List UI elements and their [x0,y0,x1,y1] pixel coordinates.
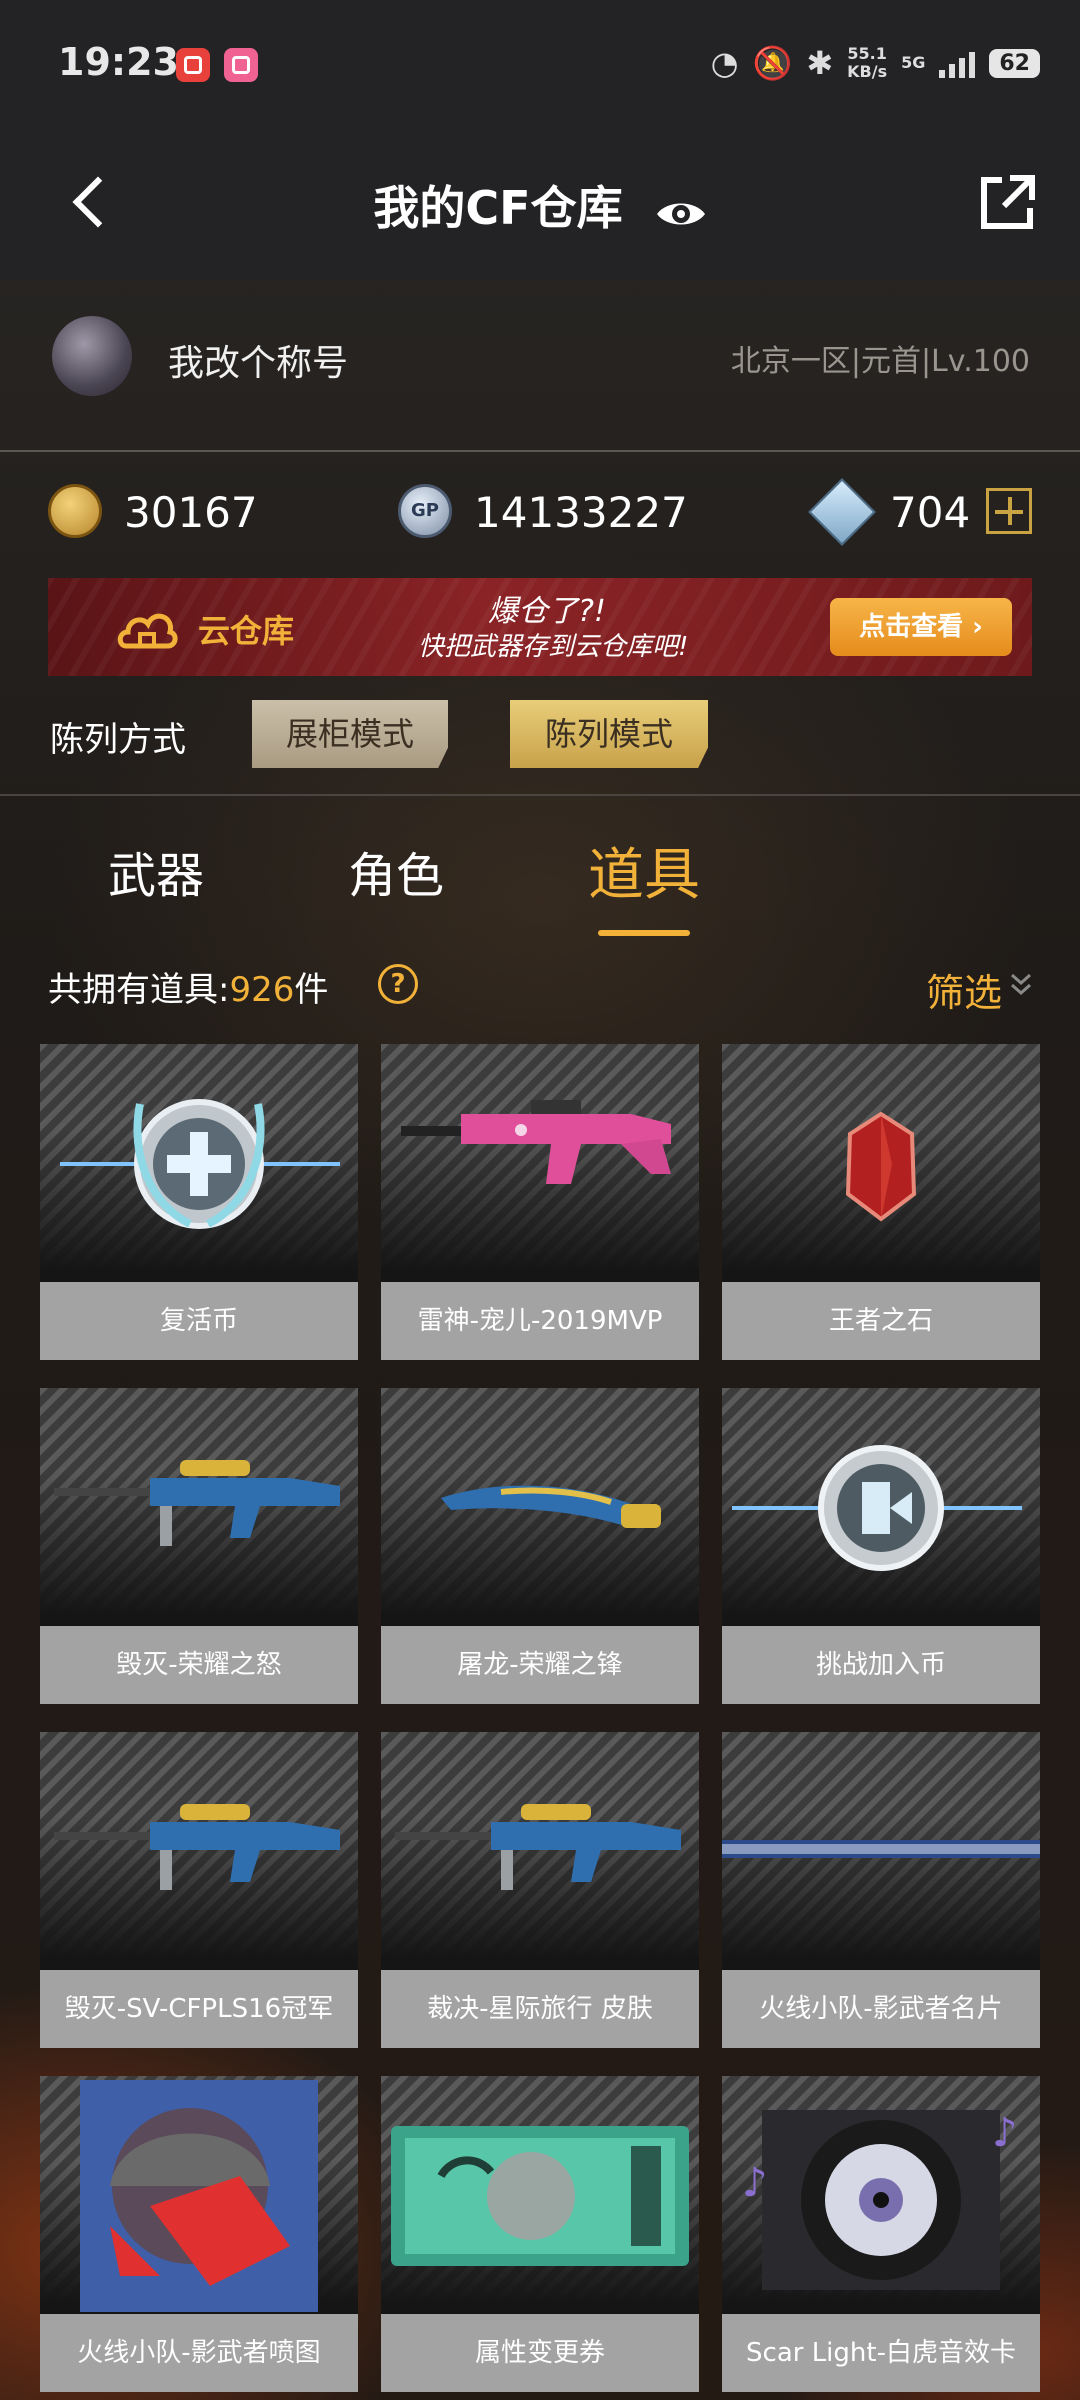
banner-line-2: 快把武器存到云仓库吧! [418,632,689,662]
item-card[interactable]: 属性变更券 [381,2076,699,2392]
clock: 19:23 [58,40,179,84]
showcase-mode-button[interactable]: 展柜模式 [252,700,448,768]
speedometer-icon: ◔ [710,44,739,82]
bluetooth-icon: ✱ [806,44,834,82]
count-prefix: 共拥有道具: [48,970,230,1010]
red-gem-icon [722,1044,1040,1282]
spray-icon [40,2076,358,2314]
item-label: 火线小队-影武者喷图 [40,2314,358,2392]
net-speed: 55.1 KB/s [847,45,887,81]
filter-button[interactable]: 筛选 [926,962,1002,1017]
svg-text:♪: ♪ [992,2110,1018,2156]
item-count: 共拥有道具:926件 [48,962,328,1011]
signal-icon [939,48,976,78]
tab-items[interactable]: 道具 [588,830,700,911]
name-card-icon [722,1732,1040,1970]
help-icon[interactable]: ? [378,964,418,1004]
eye-icon[interactable] [655,188,707,225]
blade-icon [381,1388,699,1626]
bilibili-notification-icon [224,48,258,82]
item-card[interactable]: 火线小队-影武者名片 [722,1732,1040,2048]
share-icon[interactable] [978,174,1036,232]
item-card[interactable]: 王者之石 [722,1044,1040,1360]
status-icons: ◔ 🔕 ✱ 55.1 KB/s 5G 62 [711,44,1040,82]
item-label: 王者之石 [722,1282,1040,1360]
pink-rifle-icon [381,1044,699,1282]
status-bar: 19:23 ◔ 🔕 ✱ 55.1 KB/s 5G 62 [0,0,1080,130]
gp-coin-icon: GP [398,484,452,538]
app-notification-icon [176,48,210,82]
item-label: Scar Light-白虎音效卡 [722,2314,1040,2392]
battery-indicator: 62 [989,48,1040,78]
mute-icon: 🔕 [752,44,793,82]
divider [0,794,1080,796]
nav-bar: 我的CF仓库 [0,130,1080,280]
tab-weapons[interactable]: 武器 [108,836,204,906]
item-label: 复活币 [40,1282,358,1360]
currency-row: 30167 GP 14133227 704 [0,470,1080,560]
item-card[interactable]: 裁决-星际旅行 皮肤 [381,1732,699,2048]
network-type: 5G [901,53,926,72]
music-disc-icon: ♪ ♪ [722,2076,1040,2314]
item-card[interactable]: ♪ ♪ Scar Light-白虎音效卡 [722,2076,1040,2392]
chevron-down-icon[interactable] [1010,972,1032,996]
item-label: 属性变更券 [381,2314,699,2392]
cf-point-icon [48,484,102,538]
item-label: 毁灭-SV-CFPLS16冠军 [40,1970,358,2048]
item-card[interactable]: 毁灭-荣耀之怒 [40,1388,358,1704]
gp-value: 14133227 [474,488,688,537]
sniper-rifle-icon [381,1732,699,1970]
display-mode-label: 陈列方式 [50,720,186,760]
view-now-button[interactable]: 点击查看 › [830,598,1012,656]
item-label: 毁灭-荣耀之怒 [40,1626,358,1704]
item-label: 裁决-星际旅行 皮肤 [381,1970,699,2048]
profile-row: 我改个称号 北京一区|元首|Lv.100 [0,282,1080,452]
cf-points-value: 30167 [124,488,258,537]
tab-characters[interactable]: 角色 [348,836,444,906]
item-card[interactable]: 毁灭-SV-CFPLS16冠军 [40,1732,358,2048]
item-label: 挑战加入币 [722,1626,1040,1704]
page-title: 我的CF仓库 [373,181,623,235]
item-card[interactable]: 挑战加入币 [722,1388,1040,1704]
net-speed-unit: KB/s [847,62,888,81]
diamond-value: 704 [890,488,971,537]
nickname: 我改个称号 [168,343,349,384]
revive-coin-icon [40,1044,358,1282]
challenge-coin-icon [722,1388,1040,1626]
item-card[interactable]: 雷神-宠儿-2019MVP [381,1044,699,1360]
net-speed-value: 55.1 [847,44,887,63]
count-number: 926 [229,970,295,1010]
sniper-rifle-icon [40,1732,358,1970]
count-suffix: 件 [294,970,329,1010]
item-label: 火线小队-影武者名片 [722,1970,1040,2048]
display-mode-button[interactable]: 陈列模式 [510,700,708,768]
item-label: 屠龙-荣耀之锋 [381,1626,699,1704]
item-label: 雷神-宠儿-2019MVP [381,1282,699,1360]
cloud-warehouse-banner[interactable]: 云仓库 爆仓了?! 快把武器存到云仓库吧! 点击查看 › [48,578,1032,676]
diamond-icon [808,478,876,546]
item-card[interactable]: 复活币 [40,1044,358,1360]
item-card[interactable]: 火线小队-影武者喷图 [40,2076,358,2392]
sniper-rifle-icon [40,1388,358,1626]
avatar[interactable] [52,316,132,396]
server-info: 北京一区|元首|Lv.100 [730,344,1030,379]
ticket-icon [381,2076,699,2314]
active-tab-indicator [598,930,690,936]
item-card[interactable]: 屠龙-荣耀之锋 [381,1388,699,1704]
banner-line-1: 爆仓了?! [488,594,606,629]
banner-title: 云仓库 [198,612,295,650]
add-diamond-button[interactable] [986,488,1032,534]
cloud-house-icon [117,613,178,649]
page-title-wrap: 我的CF仓库 [0,172,1080,238]
svg-text:♪: ♪ [742,2160,768,2206]
